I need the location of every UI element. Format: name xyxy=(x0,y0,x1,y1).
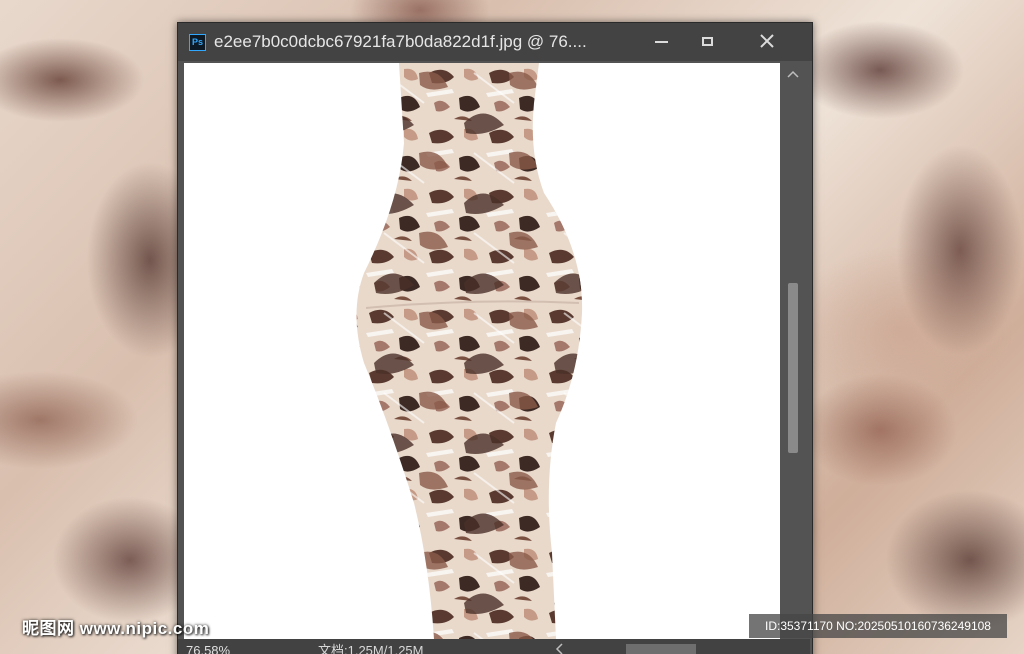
minimize-icon xyxy=(654,41,668,43)
dress-photo xyxy=(356,63,583,639)
scroll-left-icon[interactable] xyxy=(552,642,566,654)
image-canvas[interactable] xyxy=(184,63,780,639)
zoom-level-field[interactable]: 76.58% xyxy=(186,642,256,654)
photoshop-document-window: Ps e2ee7b0c0dcbc67921fa7b0da822d1f.jpg @… xyxy=(177,22,813,654)
window-titlebar[interactable]: Ps e2ee7b0c0dcbc67921fa7b0da822d1f.jpg @… xyxy=(178,23,812,61)
image-id-watermark: ID:35371170 NO:20250510160736249108 xyxy=(749,614,1007,638)
maximize-icon xyxy=(701,36,713,46)
vertical-scroll-thumb[interactable] xyxy=(788,283,798,453)
scroll-up-icon[interactable] xyxy=(786,67,800,81)
ps-icon: Ps xyxy=(189,33,206,51)
document-size-info[interactable]: 文档:1.25M/1.25M xyxy=(318,642,424,654)
minimize-button[interactable] xyxy=(640,23,682,59)
close-icon xyxy=(760,34,774,48)
close-button[interactable] xyxy=(742,23,792,59)
site-watermark: 昵图网 www.nipic.com xyxy=(22,619,210,638)
vertical-scrollbar[interactable] xyxy=(783,63,803,639)
horizontal-scroll-thumb[interactable] xyxy=(626,644,696,654)
maximize-button[interactable] xyxy=(686,23,728,59)
window-title: e2ee7b0c0dcbc67921fa7b0da822d1f.jpg @ 76… xyxy=(214,32,587,51)
status-bar: 76.58% 文档:1.25M/1.25M xyxy=(178,639,810,654)
